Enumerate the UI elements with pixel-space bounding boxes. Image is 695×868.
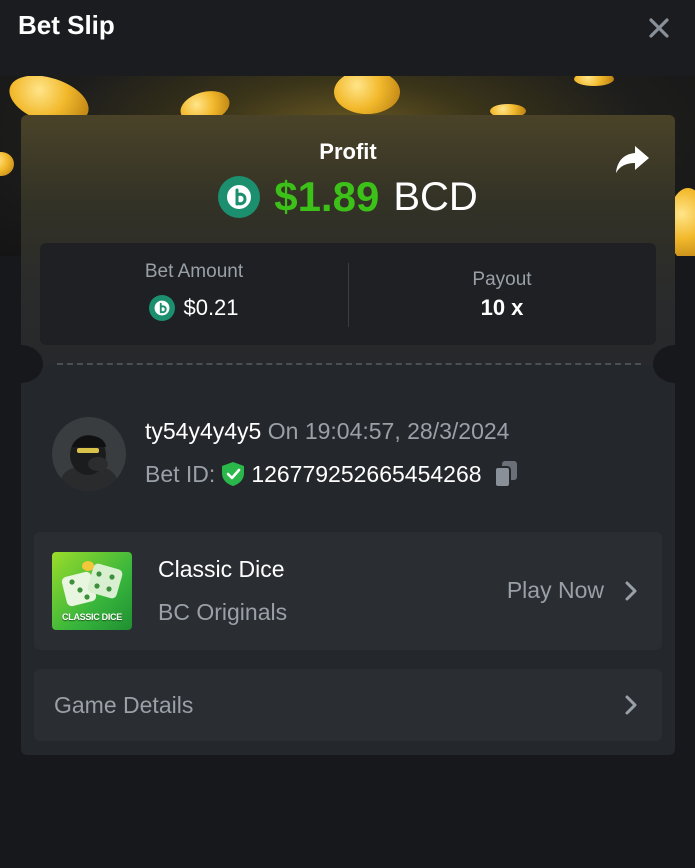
bet-time: On 19:04:57, 28/3/2024 — [267, 418, 510, 444]
username[interactable]: ty54y4y4y5 — [145, 418, 261, 444]
profit-currency: BCD — [393, 174, 478, 219]
profit-value: $1.89 — [274, 173, 380, 220]
ticket-divider — [57, 363, 641, 365]
close-icon[interactable] — [645, 14, 673, 42]
bet-amount-value: $0.21 — [183, 295, 239, 320]
bet-id-value: 126779252665454268 — [251, 460, 482, 487]
game-name: Classic Dice — [158, 556, 285, 582]
bet-amount-row: $0.21 — [40, 295, 348, 321]
bet-amount-label: Bet Amount — [144, 261, 244, 282]
profit-amount: $1.89 BCD — [21, 173, 675, 221]
game-thumbnail-text: CLASSIC DICE — [62, 612, 122, 622]
shield-check-icon — [222, 462, 245, 486]
game-thumbnail[interactable]: CLASSIC DICE — [52, 552, 132, 630]
bet-slip-card: Profit $1.89 BCD Bet Amount $0.21 Payout… — [21, 115, 675, 755]
bet-slip-header: Bet Slip — [0, 0, 695, 76]
payout-value: 10 x — [480, 295, 524, 320]
share-icon[interactable] — [615, 143, 651, 175]
chevron-right-icon[interactable] — [624, 694, 638, 716]
avatar-image — [52, 417, 126, 491]
bet-slip-title: Bet Slip — [18, 10, 115, 40]
bet-id-label: Bet ID: — [145, 460, 216, 487]
game-provider: BC Originals — [158, 599, 288, 625]
bc-coin-icon — [218, 176, 261, 218]
play-now-button[interactable]: Play Now — [507, 577, 604, 604]
bc-coin-icon — [149, 295, 176, 321]
bet-amount-stat: Bet Amount $0.21 — [40, 243, 348, 345]
coin-decoration — [334, 76, 400, 114]
game-details-row[interactable]: Game Details — [34, 669, 662, 741]
payout-label: Payout — [472, 269, 532, 290]
chevron-right-icon[interactable] — [624, 580, 638, 602]
avatar[interactable] — [52, 417, 126, 491]
profit-label: Profit — [319, 139, 377, 164]
payout-stat: Payout 10 x — [348, 243, 656, 345]
bet-id-line: Bet ID: 126779252665454268 — [145, 460, 518, 488]
bet-stats: Bet Amount $0.21 Payout 10 x — [40, 243, 656, 345]
coin-decoration — [0, 152, 14, 176]
profit-section: Profit $1.89 BCD Bet Amount $0.21 Payout… — [21, 115, 675, 365]
bet-user-line: ty54y4y4y5 On 19:04:57, 28/3/2024 — [145, 418, 509, 445]
coin-decoration — [574, 76, 614, 86]
game-row[interactable]: CLASSIC DICE Classic Dice BC Originals P… — [34, 532, 662, 650]
copy-icon[interactable] — [493, 460, 518, 488]
game-details-label: Game Details — [54, 692, 194, 718]
